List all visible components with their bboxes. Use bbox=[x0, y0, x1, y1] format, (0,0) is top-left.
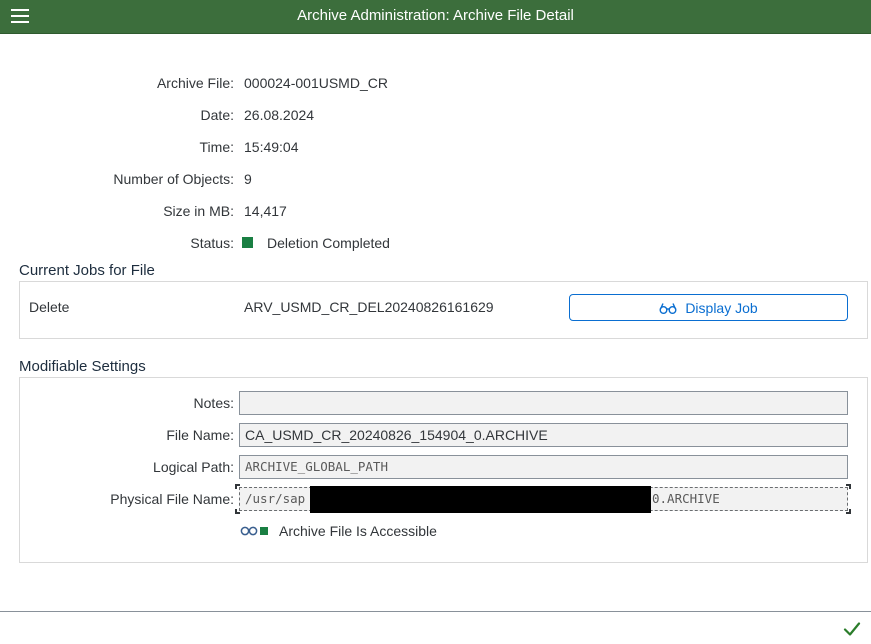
redaction-block bbox=[310, 486, 651, 513]
modifiable-settings-title: Modifiable Settings bbox=[19, 358, 146, 375]
current-jobs-title: Current Jobs for File bbox=[19, 262, 155, 279]
objects-label: Number of Objects: bbox=[113, 171, 234, 187]
status-square-icon bbox=[242, 237, 253, 248]
shell-header: Archive Administration: Archive File Det… bbox=[0, 0, 871, 34]
objects-value: 9 bbox=[244, 171, 252, 187]
logical-path-field[interactable]: ARCHIVE_GLOBAL_PATH bbox=[239, 455, 848, 479]
file-name-field[interactable]: CA_USMD_CR_20240826_154904_0.ARCHIVE bbox=[239, 423, 848, 447]
date-value: 26.08.2024 bbox=[244, 107, 315, 123]
checkmark-icon[interactable] bbox=[842, 619, 862, 639]
archive-file-label: Archive File: bbox=[156, 75, 234, 91]
physical-file-prefix: /usr/sap bbox=[245, 491, 306, 506]
glasses-icon bbox=[659, 302, 677, 314]
time-label: Time: bbox=[199, 139, 234, 155]
physical-file-label: Physical File Name: bbox=[110, 491, 234, 507]
physical-file-suffix: 0.ARCHIVE bbox=[652, 491, 720, 506]
notes-label: Notes: bbox=[193, 395, 234, 411]
focus-corner bbox=[235, 484, 240, 489]
job-name: ARV_USMD_CR_DEL20240826161629 bbox=[244, 299, 494, 315]
display-job-button[interactable]: Display Job bbox=[569, 294, 848, 321]
accessible-status-text: Archive File Is Accessible bbox=[279, 523, 437, 539]
size-value: 14,417 bbox=[244, 203, 287, 219]
status-value: Deletion Completed bbox=[267, 235, 390, 251]
size-label: Size in MB: bbox=[163, 203, 234, 219]
page-title: Archive Administration: Archive File Det… bbox=[297, 7, 574, 24]
footer-divider bbox=[0, 611, 871, 612]
focus-corner bbox=[846, 484, 851, 489]
display-job-label: Display Job bbox=[685, 299, 758, 316]
logical-path-label: Logical Path: bbox=[153, 459, 234, 475]
status-label: Status: bbox=[190, 235, 234, 251]
focus-corner bbox=[846, 509, 851, 514]
job-type: Delete bbox=[29, 299, 70, 315]
focus-corner bbox=[235, 509, 240, 514]
file-name-label: File Name: bbox=[166, 427, 234, 443]
notes-field[interactable] bbox=[239, 391, 848, 415]
date-label: Date: bbox=[200, 107, 234, 123]
archive-file-value: 000024-001USMD_CR bbox=[244, 75, 388, 91]
time-value: 15:49:04 bbox=[244, 139, 299, 155]
traffic-light-status-icon bbox=[240, 526, 268, 536]
